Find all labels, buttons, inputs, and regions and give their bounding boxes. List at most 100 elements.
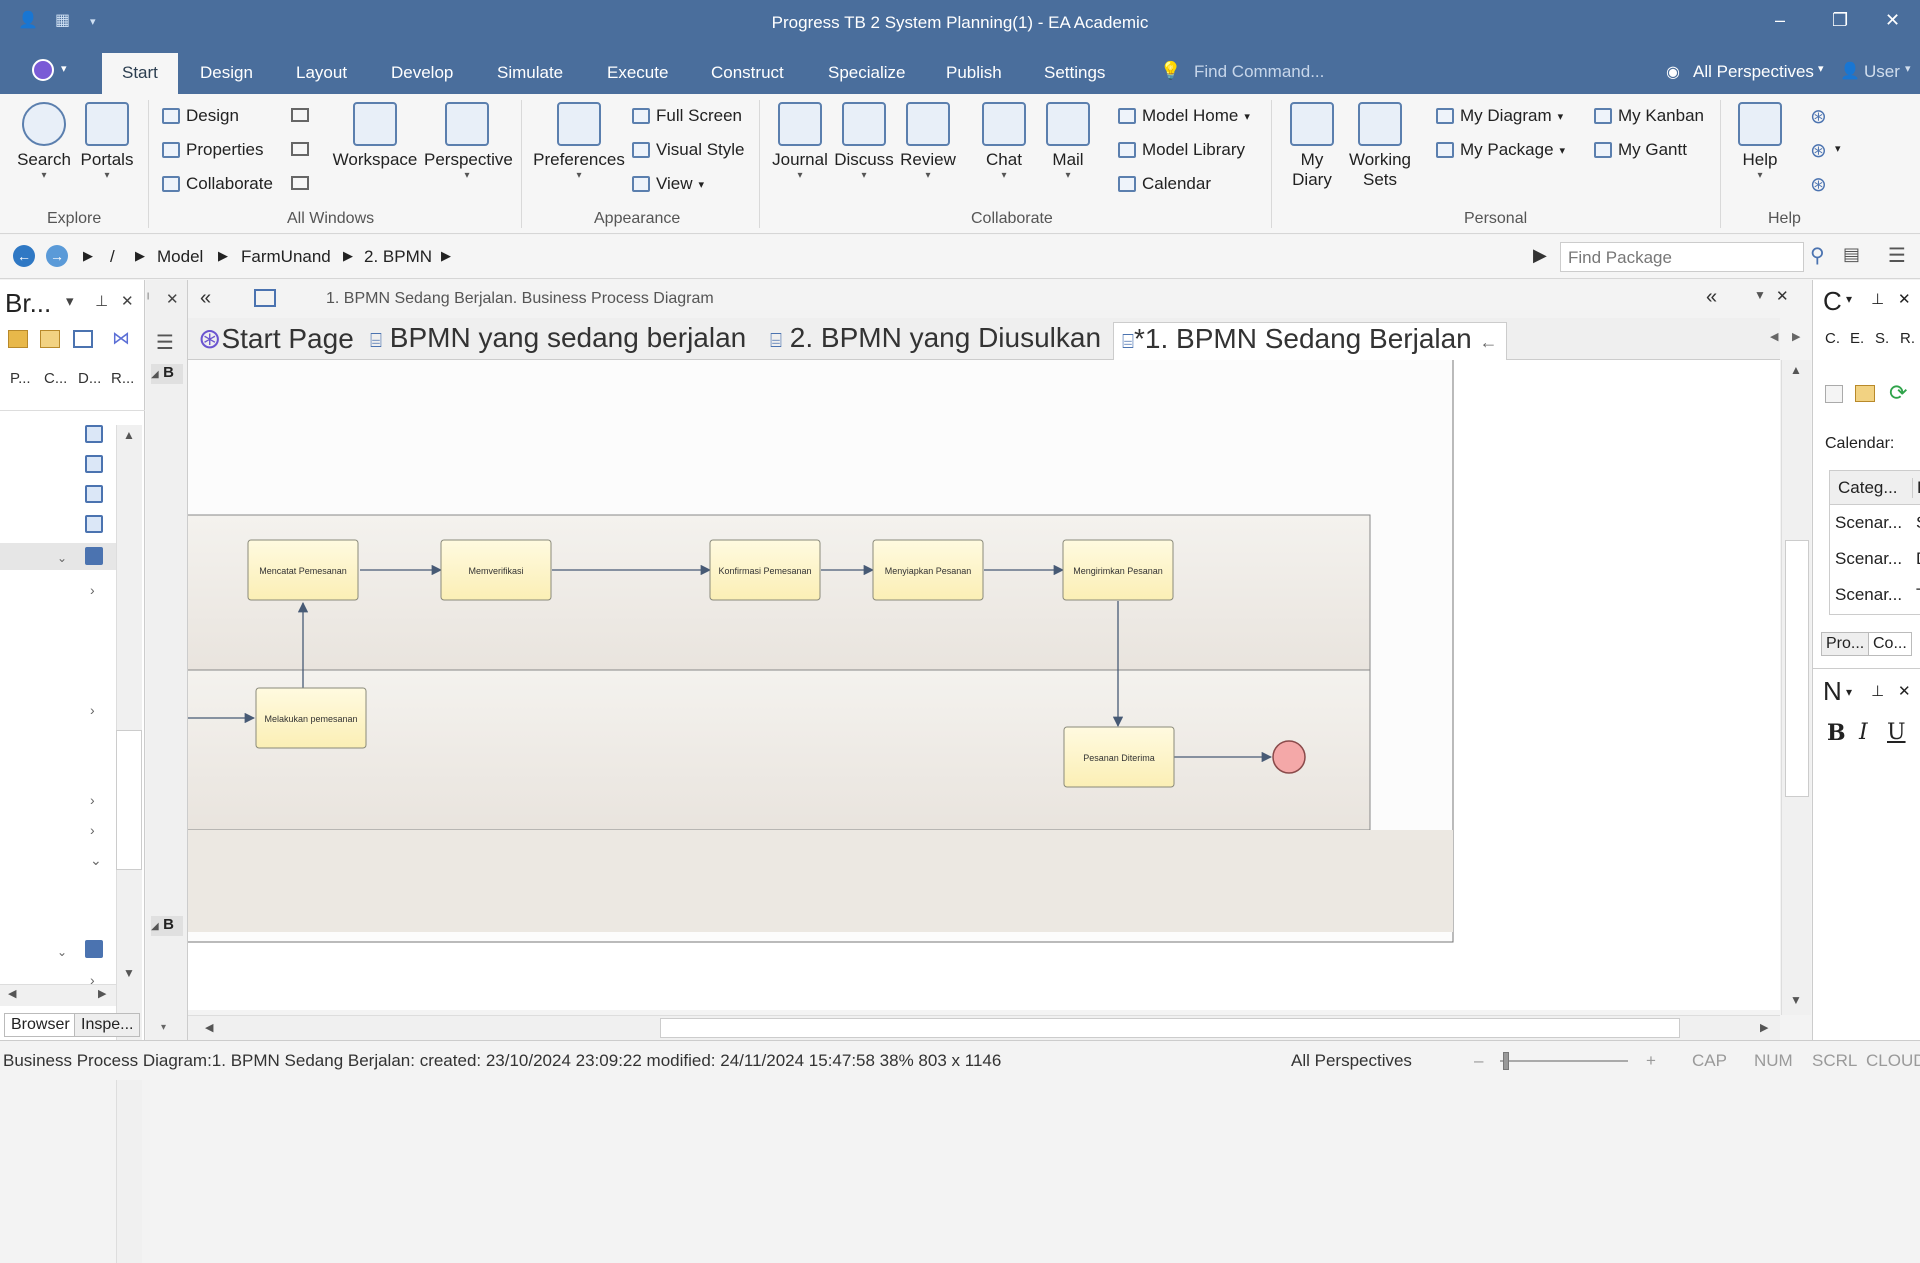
visual-style-button[interactable]: Visual Style [632, 140, 745, 160]
search-icon[interactable]: ⚲ [1810, 243, 1825, 268]
pin-icon[interactable]: ⊥ [1871, 290, 1884, 308]
help-link-icon[interactable]: ⊛ [1810, 138, 1827, 163]
working-sets-button[interactable]: Working Sets [1345, 102, 1415, 190]
pin-icon[interactable]: ⊥ [95, 292, 108, 310]
task-menyiapkan-pesanan[interactable]: Menyiapkan Pesanan [872, 539, 984, 601]
app-menu-dropdown-icon[interactable]: ▾ [61, 62, 67, 75]
breadcrumb-arrow-icon[interactable]: ▶ [135, 248, 145, 264]
table-row[interactable]: Scenar... T [1830, 577, 1920, 613]
user-menu[interactable]: User [1864, 62, 1900, 82]
preferences-button[interactable]: Preferences ▾ [532, 102, 626, 181]
view-button[interactable]: View ▾ [632, 174, 704, 194]
toolbox-section-header[interactable]: ◢ B [151, 364, 183, 384]
panel-dropdown-icon[interactable]: ▾ [1846, 685, 1852, 699]
chevron-down-icon[interactable]: ▾ [1835, 142, 1841, 155]
find-command-input[interactable]: Find Command... [1194, 62, 1324, 82]
tab-design[interactable]: Design [200, 63, 253, 83]
end-event[interactable] [1272, 740, 1306, 774]
menu-icon[interactable]: ☰ [156, 330, 174, 355]
pin-icon[interactable]: ⊥ [1871, 682, 1884, 700]
breadcrumb-bpmn[interactable]: 2. BPMN [364, 247, 432, 267]
panel-dropdown-icon[interactable]: ▾ [1846, 292, 1852, 306]
perspective-button[interactable]: Perspective ▾ [424, 102, 513, 181]
search-button[interactable]: Search ▾ [14, 102, 74, 181]
folder-icon[interactable] [1855, 385, 1875, 402]
workspace-button[interactable]: Workspace [332, 102, 418, 170]
breadcrumb-arrow-icon[interactable]: ▶ [218, 248, 228, 264]
chevron-right-icon[interactable]: › [90, 792, 95, 808]
tab-simulate[interactable]: Simulate [497, 63, 563, 83]
model-home-button[interactable]: Model Home ▾ [1118, 106, 1250, 126]
tab-start-page[interactable]: ⊛Start Page [198, 322, 354, 355]
chevron-right-icon[interactable]: › [90, 702, 95, 718]
scroll-thumb[interactable] [116, 730, 142, 870]
breadcrumb-model[interactable]: Model [157, 247, 203, 267]
close-icon[interactable]: ✕ [1776, 287, 1789, 305]
breadcrumb-arrow-icon[interactable]: ▶ [83, 248, 93, 264]
scroll-up-icon[interactable]: ▲ [123, 428, 135, 442]
go-arrow-icon[interactable]: ▶ [1533, 245, 1547, 266]
my-diary-button[interactable]: My Diary [1280, 102, 1344, 190]
zoom-out-button[interactable]: – [1474, 1051, 1483, 1071]
tab-scroll-left-icon[interactable]: ◀ [1770, 330, 1778, 343]
scroll-up-icon[interactable]: ▲ [1790, 363, 1802, 377]
tab-specialize[interactable]: Specialize [828, 63, 906, 83]
ea-logo-icon[interactable] [32, 59, 54, 81]
table-row[interactable]: Scenar... D [1830, 541, 1920, 577]
review-button[interactable]: Review ▾ [896, 102, 960, 181]
properties-bottom-tab[interactable]: Pro... [1821, 632, 1870, 656]
browser-tab-diagram[interactable]: D... [78, 370, 101, 387]
diagram-tree-icon[interactable] [85, 425, 103, 443]
diagram-horizontal-scrollbar[interactable]: ◀ ▶ [188, 1015, 1780, 1040]
full-screen-button[interactable]: Full Screen [632, 106, 742, 126]
panel-tab[interactable]: R. [1900, 330, 1915, 347]
task-pesanan-diterima[interactable]: Pesanan Diterima [1063, 726, 1175, 788]
perspectives-dropdown[interactable]: All Perspectives [1693, 62, 1814, 82]
breadcrumb-arrow-icon[interactable]: ▶ [441, 248, 451, 264]
close-icon[interactable]: ✕ [121, 292, 134, 310]
close-icon[interactable]: ✕ [166, 290, 179, 308]
find-package-input[interactable]: Find Package [1560, 242, 1804, 272]
my-kanban-button[interactable]: My Kanban [1594, 106, 1704, 126]
tab-start[interactable]: Start [102, 53, 178, 94]
document-icon[interactable] [1825, 385, 1843, 403]
chevron-right-icon[interactable]: › [90, 582, 95, 598]
tab-develop[interactable]: Develop [391, 63, 453, 83]
user-dropdown-icon[interactable]: ▾ [1905, 62, 1911, 75]
properties-window-button[interactable]: Properties [162, 140, 263, 160]
task-memverifikasi[interactable]: Memverifikasi [440, 539, 552, 601]
package-diagram-icon[interactable] [85, 940, 103, 958]
discuss-button[interactable]: Discuss ▾ [832, 102, 896, 181]
tab-back-arrow-icon[interactable]: ← [1480, 332, 1498, 352]
chevron-down-icon[interactable]: ⌄ [90, 852, 102, 869]
window-icon[interactable] [291, 176, 309, 190]
task-melakukan-pemesanan[interactable]: Melakukan pemesanan [255, 687, 367, 749]
collaborate-bottom-tab[interactable]: Co... [1868, 632, 1912, 656]
browser-tab-context[interactable]: C... [44, 370, 67, 387]
browser-tab-resources[interactable]: R... [111, 370, 134, 387]
window-icon[interactable] [291, 108, 309, 122]
zoom-slider-thumb[interactable] [1503, 1052, 1509, 1070]
browser-bottom-tab[interactable]: Browser [4, 1013, 77, 1037]
breadcrumb-arrow-icon[interactable]: ▶ [343, 248, 353, 264]
chevron-down-icon[interactable]: ⌄ [57, 551, 67, 565]
close-button[interactable]: ✕ [1885, 10, 1900, 31]
table-row[interactable]: Scenar... S [1830, 505, 1920, 541]
bold-button[interactable]: B [1827, 720, 1846, 746]
collapse-icon[interactable]: « [1706, 286, 1717, 309]
diagram-canvas[interactable]: Mencatat Pemesanan Memverifikasi Konfirm… [188, 360, 1780, 1010]
model-library-button[interactable]: Model Library [1118, 140, 1245, 160]
scroll-thumb[interactable] [660, 1018, 1680, 1038]
scroll-left-icon[interactable]: ◀ [205, 1021, 213, 1034]
tab-bpmn-sedang-berjalan[interactable]: ⌸ BPMN yang sedang berjalan [370, 322, 746, 354]
minimize-button[interactable]: – [1775, 10, 1785, 31]
tab-scroll-right-icon[interactable]: ▶ [1792, 330, 1800, 343]
scroll-left-icon[interactable]: ◀ [8, 987, 16, 1000]
collapse-left-icon[interactable]: « [200, 287, 211, 310]
diagram-tree-icon[interactable] [85, 485, 103, 503]
browser-tab-project[interactable]: P... [10, 370, 31, 387]
help-link-icon[interactable]: ⊛ [1810, 104, 1827, 129]
chat-button[interactable]: Chat ▾ [972, 102, 1036, 181]
zoom-slider[interactable] [1500, 1060, 1628, 1062]
folder-icon[interactable] [40, 330, 60, 348]
